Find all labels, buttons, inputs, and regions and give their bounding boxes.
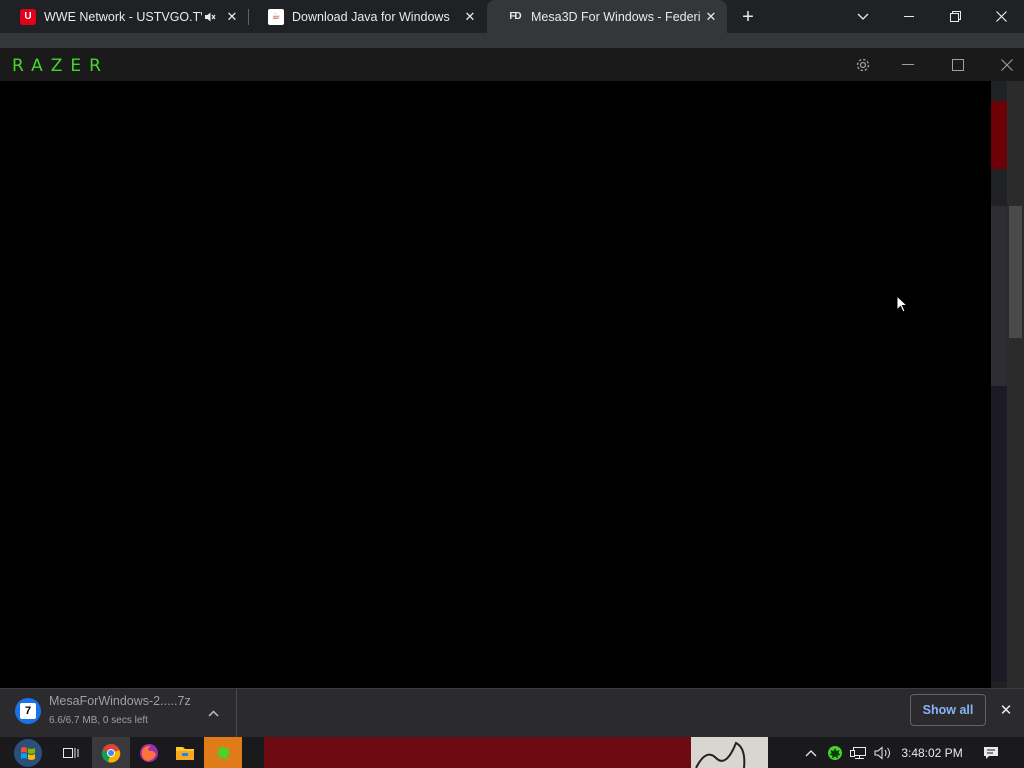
razer-maximize-button[interactable] (944, 52, 972, 78)
mouse-cursor-icon (896, 295, 908, 313)
scrollbar-track[interactable] (1007, 81, 1024, 688)
tab-mesa3d[interactable]: FD Mesa3D For Windows - Federico ✕ (487, 0, 727, 33)
task-view-icon[interactable] (52, 737, 90, 768)
restore-window-button[interactable] (932, 0, 978, 33)
chevron-down-icon[interactable] (840, 0, 886, 33)
network-icon[interactable] (848, 737, 870, 768)
close-tab-icon[interactable]: ✕ (460, 7, 480, 27)
download-file-name: MesaForWindows-2.....7z (49, 694, 191, 708)
show-all-button[interactable]: Show all (910, 694, 986, 726)
scrollbar-thumb[interactable] (1009, 206, 1022, 338)
razer-content-area (0, 81, 991, 688)
desktop-screen: U WWE Network - USTVGO.TV ✕ ☕ Download J… (0, 0, 1024, 768)
tab-title: Download Java for Windows (292, 9, 450, 24)
show-hidden-icons[interactable] (800, 737, 822, 768)
razer-overlay-window: RAZER (0, 48, 1024, 688)
new-tab-button[interactable]: + (736, 5, 760, 29)
razer-logo: RAZER (12, 56, 109, 76)
taskbar-window-preview[interactable] (264, 737, 691, 768)
razer-close-button[interactable] (993, 52, 1021, 78)
settings-icon[interactable] (849, 52, 877, 78)
windows-start-icon[interactable] (8, 737, 48, 768)
close-tab-icon[interactable]: ✕ (701, 7, 721, 27)
taskbar-clock[interactable]: 3:48:02 PM (896, 737, 968, 768)
chevron-up-icon[interactable] (203, 703, 223, 723)
underlying-page-edge (991, 81, 1024, 688)
download-item[interactable]: 7 MesaForWindows-2.....7z 6.6/6.7 MB, 0 … (0, 689, 237, 737)
minimize-window-button[interactable] (886, 0, 932, 33)
file-explorer-icon[interactable] (166, 737, 204, 768)
windows-taskbar: 3:48:02 PM (0, 737, 1024, 768)
tab-title: Mesa3D For Windows - Federico (531, 9, 701, 24)
action-center-icon[interactable] (979, 737, 1003, 768)
java-icon: ☕ (268, 8, 284, 25)
razer-minimize-button[interactable] (894, 52, 922, 78)
fd-icon: FD (509, 11, 521, 22)
razer-tray-icon[interactable] (824, 737, 846, 768)
razer-title-bar[interactable]: RAZER (0, 48, 1024, 81)
close-tab-icon[interactable]: ✕ (222, 7, 242, 27)
close-shelf-icon[interactable]: ✕ (995, 699, 1017, 721)
firefox-icon[interactable] (130, 737, 168, 768)
taskbar-window-preview[interactable] (691, 737, 768, 768)
download-progress-ring: 7 (15, 698, 41, 724)
download-status: 6.6/6.7 MB, 0 secs left (49, 715, 148, 726)
page-content-fragment (991, 386, 1007, 681)
tab-title: WWE Network - USTVGO.TV (44, 9, 202, 24)
7zip-file-icon: 7 (20, 703, 36, 719)
page-banner-fragment (991, 101, 1007, 169)
tab-wwe-network[interactable]: U WWE Network - USTVGO.TV ✕ (0, 0, 248, 33)
close-window-button[interactable] (978, 0, 1024, 33)
razer-icon[interactable] (204, 737, 242, 768)
speaker-icon[interactable] (202, 9, 218, 25)
browser-tab-strip: U WWE Network - USTVGO.TV ✕ ☕ Download J… (0, 0, 1024, 33)
page-content-fragment (991, 206, 1007, 386)
tab-download-java[interactable]: ☕ Download Java for Windows ✕ (248, 0, 486, 33)
chrome-icon[interactable] (92, 737, 130, 768)
ustvgo-icon: U (20, 8, 36, 25)
volume-icon[interactable] (871, 737, 895, 768)
download-shelf: 7 MesaForWindows-2.....7z 6.6/6.7 MB, 0 … (0, 688, 1024, 737)
